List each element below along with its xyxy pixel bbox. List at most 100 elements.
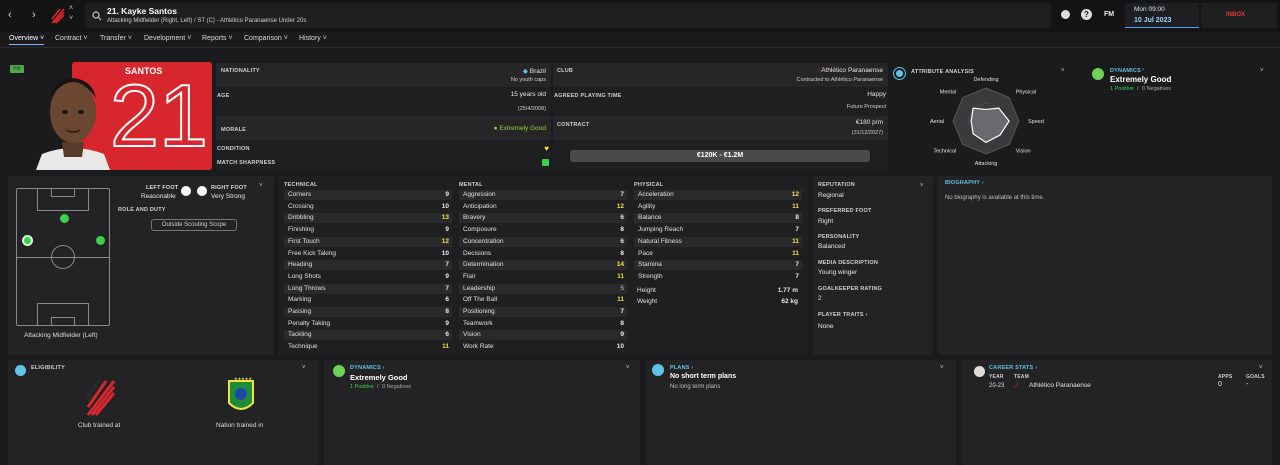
career-dropdown-icon[interactable]: ˅ <box>1259 365 1263 371</box>
position-dot-amr[interactable] <box>96 236 105 245</box>
attribute-value: 7 <box>795 226 799 234</box>
preferred-foot-value: Right <box>818 218 834 225</box>
tab-comparison[interactable]: Comparison ˅ <box>244 35 288 42</box>
career-team[interactable]: Athlético Paranaense <box>1029 382 1091 389</box>
attribute-value: 9 <box>445 191 449 198</box>
nation-trained-in: Nation trained in <box>216 422 264 429</box>
tab-development[interactable]: Development ˅ <box>144 35 191 42</box>
dynamics-dropdown-icon[interactable]: ˅ <box>1260 68 1264 74</box>
attribute-row-decisions[interactable]: Decisions 8 <box>459 249 627 259</box>
club-crest-icon[interactable] <box>50 7 66 25</box>
attribute-row-pace[interactable]: Pace 11 <box>634 249 802 259</box>
club-trained-crest-icon <box>84 378 116 416</box>
biography-title-link[interactable]: BIOGRAPHY › <box>945 180 984 186</box>
club-value[interactable]: ⁄ Athlético Paranaense <box>819 67 883 74</box>
attribute-row-free-kick-taking[interactable]: Free Kick Taking 10 <box>284 249 452 259</box>
attribute-row-composure[interactable]: Composure 8 <box>459 225 627 235</box>
attribute-row-technique[interactable]: Technique 11 <box>284 342 452 352</box>
attribute-row-stamina[interactable]: Stamina 7 <box>634 260 802 271</box>
info-dropdown-icon[interactable]: ˅ <box>920 183 924 189</box>
attribute-row-finishing[interactable]: Finishing 9 <box>284 225 452 235</box>
attribute-row-leadership[interactable]: Leadership 5 <box>459 283 627 294</box>
trophy-icon[interactable] <box>1061 10 1070 19</box>
dynamics-title-link[interactable]: DYNAMICS <box>1110 68 1141 74</box>
attribute-row-heading[interactable]: Heading 7 <box>284 260 452 271</box>
plans-title-link[interactable]: PLANS › <box>670 365 693 371</box>
attribute-name: Finishing <box>288 226 315 234</box>
attribute-row-penalty-taking[interactable]: Penalty Taking 9 <box>284 319 452 329</box>
attribute-value: 11 <box>617 296 624 304</box>
continue-date-block[interactable]: Mon 09:00 10 Jul 2023 <box>1125 3 1199 28</box>
attribute-value: 11 <box>792 249 799 257</box>
down-chevron-icon[interactable]: ˅ <box>69 15 73 22</box>
inbox-button[interactable]: INBOX <box>1201 3 1277 28</box>
attribute-row-anticipation[interactable]: Anticipation 12 <box>459 202 627 212</box>
dynamics-bottom-value: Extremely Good <box>350 373 408 382</box>
eligibility-dropdown-icon[interactable]: ˅ <box>302 365 306 371</box>
dynamics-bottom-title-link[interactable]: DYNAMICS › <box>350 365 385 371</box>
career-stats-title-link[interactable]: CAREER STATS › <box>989 365 1037 371</box>
condition-label: CONDITION <box>217 146 250 152</box>
attribute-row-natural-fitness[interactable]: Natural Fitness 11 <box>634 236 802 247</box>
tab-overview[interactable]: Overview ˅ <box>9 35 45 45</box>
position-dot-aml[interactable] <box>22 235 33 246</box>
sharpness-icon[interactable] <box>542 159 549 166</box>
attribute-row-aggression[interactable]: Aggression 7 <box>459 190 627 200</box>
attribute-row-tackling[interactable]: Tackling 6 <box>284 330 452 341</box>
attribute-name: Concentration <box>463 237 504 245</box>
up-chevron-icon[interactable]: ˄ <box>69 5 73 12</box>
attribute-name: Passing <box>288 308 312 315</box>
tab-reports[interactable]: Reports ˅ <box>202 35 233 42</box>
attribute-row-vision[interactable]: Vision 9 <box>459 330 627 341</box>
attribute-row-passing[interactable]: Passing 8 <box>284 307 452 317</box>
attribute-row-strength[interactable]: Strength 7 <box>634 272 802 282</box>
position-dot-amc[interactable] <box>60 214 69 223</box>
attribute-row-balance[interactable]: Balance 8 <box>634 213 802 224</box>
forward-arrow-icon[interactable]: › <box>32 9 36 21</box>
attribute-row-work-rate[interactable]: Work Rate 10 <box>459 342 627 352</box>
attribute-row-corners[interactable]: Corners 9 <box>284 190 452 200</box>
player-search-box[interactable]: 21. Kayke Santos Attacking Midfielder (R… <box>85 3 1051 28</box>
age-label: AGE <box>217 93 230 99</box>
attribute-row-off-the-ball[interactable]: Off The Ball 11 <box>459 295 627 305</box>
attribute-row-long-throws[interactable]: Long Throws 7 <box>284 283 452 294</box>
attribute-row-marking[interactable]: Marking 6 <box>284 295 452 305</box>
tab-history[interactable]: History ˅ <box>299 35 327 42</box>
morale-label: MORALE <box>221 127 247 133</box>
position-dropdown-icon[interactable]: ˅ <box>259 183 263 189</box>
back-arrow-icon[interactable]: ‹ <box>8 9 12 21</box>
attribute-row-bravery[interactable]: Bravery 6 <box>459 213 627 224</box>
attribute-row-teamwork[interactable]: Teamwork 8 <box>459 319 627 329</box>
attribute-row-flair[interactable]: Flair 11 <box>459 272 627 282</box>
outside-scouting-scope-button[interactable]: Outside Scouting Scope <box>151 219 237 231</box>
youth-caps: No youth caps <box>510 77 546 83</box>
attribute-name: Determination <box>463 261 504 269</box>
nationality-value[interactable]: ◆ Brazil <box>523 67 546 75</box>
search-icon[interactable] <box>92 11 102 21</box>
attribute-row-crossing[interactable]: Crossing 10 <box>284 202 452 212</box>
attribute-row-concentration[interactable]: Concentration 6 <box>459 236 627 247</box>
height-value: 1.77 m <box>777 287 798 294</box>
attribute-row-agility[interactable]: Agility 11 <box>634 202 802 212</box>
attribute-row-long-shots[interactable]: Long Shots 9 <box>284 272 452 282</box>
attribute-row-determination[interactable]: Determination 14 <box>459 260 627 271</box>
condition-heart-icon[interactable]: ♥ <box>544 144 549 153</box>
tab-transfer[interactable]: Transfer ˅ <box>100 35 132 42</box>
help-icon[interactable]: ? <box>1081 9 1092 20</box>
dynamics-bottom-dropdown-icon[interactable]: ˅ <box>626 365 630 371</box>
player-traits-link[interactable]: PLAYER TRAITS › <box>818 312 868 318</box>
attribute-row-acceleration[interactable]: Acceleration 12 <box>634 190 802 200</box>
tab-contract[interactable]: Contract ˅ <box>55 35 88 42</box>
attribute-row-first-touch[interactable]: First Touch 12 <box>284 236 452 247</box>
attribute-name: Tackling <box>288 331 312 339</box>
value-range-bar[interactable]: €120K - €1.2M <box>570 150 870 162</box>
attribute-name: Technique <box>288 343 318 351</box>
fm-menu-button[interactable]: FM <box>1104 11 1114 18</box>
attribute-row-positioning[interactable]: Positioning 7 <box>459 307 627 317</box>
attribute-value: 8 <box>795 214 799 222</box>
attribute-row-jumping-reach[interactable]: Jumping Reach 7 <box>634 225 802 235</box>
plans-dropdown-icon[interactable]: ˅ <box>940 365 944 371</box>
attribute-row-dribbling[interactable]: Dribbling 13 <box>284 213 452 224</box>
career-apps-header: APPS <box>1218 374 1233 380</box>
morale-value[interactable]: ● Extremely Good <box>494 125 546 132</box>
